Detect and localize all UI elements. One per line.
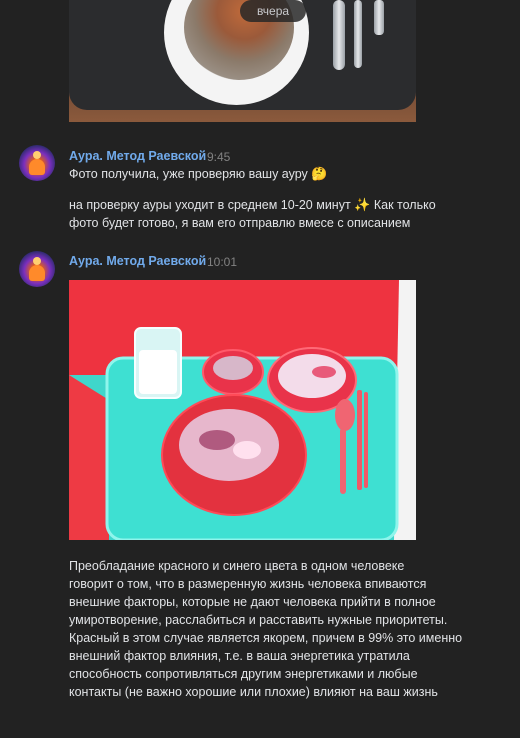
- message-line: контакты (не важно хорошие или плохие) в…: [69, 685, 438, 699]
- avatar-figure-body: [29, 159, 45, 175]
- author-name[interactable]: Аура. Метод Раевской: [69, 149, 206, 163]
- message-line: внешние факторы, которые не дают человек…: [69, 595, 436, 609]
- avatar-figure-head: [33, 151, 41, 159]
- message-line: способность сопротивляться другим энерге…: [69, 667, 418, 681]
- avatar[interactable]: [19, 145, 55, 181]
- avatar[interactable]: [19, 251, 55, 287]
- avatar-figure-head: [33, 257, 41, 265]
- message-line: внешний фактор влияния, т.е. в ваша энер…: [69, 649, 410, 663]
- message-line: фото будет готово, я вам его отправлю вм…: [69, 216, 411, 230]
- message-line: умиротворение, расслабиться и расставить…: [69, 613, 448, 627]
- thinking-face-icon: 🤔: [311, 166, 328, 181]
- aura-photo-attachment[interactable]: [69, 280, 416, 540]
- message-time[interactable]: 9:45: [207, 150, 230, 164]
- photo-spoon-small: [354, 0, 362, 68]
- message-line: говорит о том, что в размеренную жизнь ч…: [69, 577, 427, 591]
- aura-photo-image: [69, 280, 416, 540]
- message-line: Как только: [373, 198, 436, 212]
- message-line: Фото получила, уже проверяю вашу ауру: [69, 167, 308, 181]
- photo-spoon: [333, 0, 345, 70]
- avatar-figure-body: [29, 265, 45, 281]
- message-line: Преобладание красного и синего цвета в о…: [69, 559, 405, 573]
- author-name[interactable]: Аура. Метод Раевской: [69, 254, 206, 268]
- message-line: на проверку ауры уходит в среднем 10-20 …: [69, 198, 351, 212]
- message-text: Фото получила, уже проверяю вашу ауру 🤔: [69, 165, 327, 183]
- sparkles-icon: ✨: [354, 197, 371, 212]
- date-divider-chip: вчера: [240, 0, 306, 22]
- photo-fork: [374, 0, 384, 35]
- message-text: Преобладание красного и синего цвета в о…: [69, 557, 509, 701]
- message-line: Красный в этом случае является якорем, п…: [69, 631, 463, 645]
- message-text: на проверку ауры уходит в среднем 10-20 …: [69, 196, 469, 232]
- message-time[interactable]: 10:01: [207, 255, 237, 269]
